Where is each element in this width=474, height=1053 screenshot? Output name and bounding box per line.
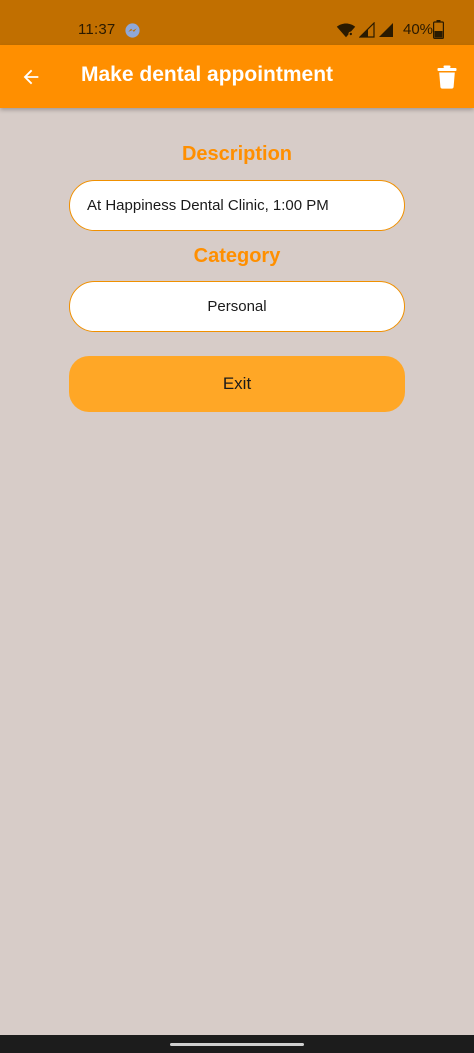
description-label: Description — [181, 143, 293, 165]
category-label: Category — [193, 245, 281, 267]
delete-button[interactable] — [434, 62, 460, 92]
home-gesture-handle[interactable] — [170, 1043, 304, 1046]
arrow-left-icon — [23, 69, 39, 85]
page-title: Make dental appointment — [81, 63, 334, 86]
back-button[interactable] — [16, 62, 46, 92]
battery-percentage: 40% — [403, 21, 434, 38]
navigation-bar — [0, 1035, 474, 1053]
exit-button[interactable]: Exit — [69, 356, 405, 412]
signal-icon — [359, 22, 375, 38]
status-time: 11:37 — [78, 21, 116, 38]
app-bar: Make dental appointment — [0, 45, 474, 108]
trash-icon — [437, 65, 457, 89]
wifi-icon — [336, 23, 356, 38]
messenger-icon — [125, 23, 140, 38]
signal-icon — [379, 23, 393, 37]
description-field[interactable]: At Happiness Dental Clinic, 1:00 PM — [69, 180, 405, 231]
battery-icon — [433, 20, 444, 39]
status-bar: 11:37 40% — [0, 0, 474, 45]
category-field[interactable]: Personal — [69, 281, 405, 332]
